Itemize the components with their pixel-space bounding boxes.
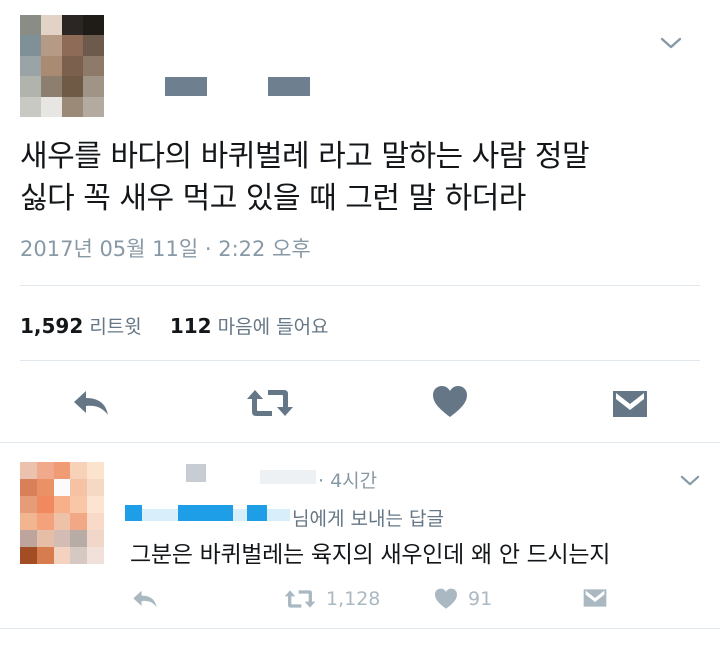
reply-like-count: 91	[468, 588, 493, 610]
reply-to-handle-redacted[interactable]	[142, 509, 178, 521]
reply-text: 그분은 바퀴벌레는 육지의 새우인데 왜 안 드시는지	[130, 542, 611, 568]
chevron-down-icon	[680, 474, 700, 487]
retweet-icon	[246, 388, 294, 418]
like-label[interactable]: 마음에 들어요	[218, 316, 329, 338]
reply-menu-button[interactable]	[680, 474, 700, 487]
reply-to-handle-redacted[interactable]	[178, 505, 233, 521]
tweet-text: 새우를 바다의 바퀴벌레 라고 말하는 사람 정말 싫다 꼭 새우 먹고 있을 …	[20, 136, 700, 220]
divider	[0, 442, 720, 443]
reply-author-handle-redacted[interactable]	[260, 470, 316, 484]
chevron-down-icon	[660, 36, 682, 50]
reply-retweet-button[interactable]: 1,128	[284, 588, 380, 610]
tweet-menu-button[interactable]	[660, 36, 682, 50]
tweet-timestamp[interactable]: 2017년 05월 11일 · 2:22 오후	[20, 233, 311, 263]
reply-to-label: 님에게 보내는 답글	[292, 508, 444, 530]
reply-arrow-icon	[71, 387, 111, 419]
heart-icon	[432, 385, 468, 419]
tweet-stats: 1,592 리트윗 112 마음에 들어요	[20, 312, 329, 339]
reply-like-button[interactable]: 91	[434, 588, 492, 610]
reply-to-handle-redacted[interactable]	[125, 505, 142, 521]
retweet-icon	[284, 589, 326, 609]
reply-to-handle-redacted[interactable]	[267, 509, 290, 521]
tweet-text-line: 싫다 꼭 새우 먹고 있을 때 그런 말 하더라	[20, 181, 526, 216]
divider	[0, 628, 720, 629]
envelope-icon	[612, 389, 648, 419]
divider	[20, 360, 700, 361]
envelope-icon	[583, 588, 617, 608]
reply-reply-button[interactable]	[131, 588, 169, 610]
reply-author-name-redacted[interactable]	[186, 464, 206, 482]
retweet-button[interactable]	[246, 388, 294, 418]
reply-dm-button[interactable]	[583, 588, 617, 608]
reply-author-avatar[interactable]	[20, 462, 104, 564]
retweet-count[interactable]: 1,592	[20, 314, 83, 338]
author-handle-redacted[interactable]	[268, 77, 310, 96]
tweet-text-line: 새우를 바다의 바퀴벌레 라고 말하는 사람 정말	[20, 139, 590, 174]
like-count[interactable]: 112	[170, 314, 212, 338]
heart-icon	[434, 588, 468, 610]
reply-button[interactable]	[71, 387, 111, 419]
direct-message-button[interactable]	[612, 389, 648, 419]
like-button[interactable]	[432, 385, 468, 419]
divider	[20, 285, 700, 286]
reply-timestamp[interactable]: · 4시간	[318, 466, 377, 493]
reply-retweet-count: 1,128	[326, 588, 381, 610]
author-name-redacted[interactable]	[165, 77, 207, 96]
retweet-label[interactable]: 리트윗	[89, 316, 141, 338]
author-avatar[interactable]	[20, 15, 104, 117]
reply-to-handle-redacted[interactable]	[247, 505, 267, 521]
reply-to-handle-redacted[interactable]	[233, 509, 247, 521]
reply-arrow-icon	[131, 588, 169, 610]
